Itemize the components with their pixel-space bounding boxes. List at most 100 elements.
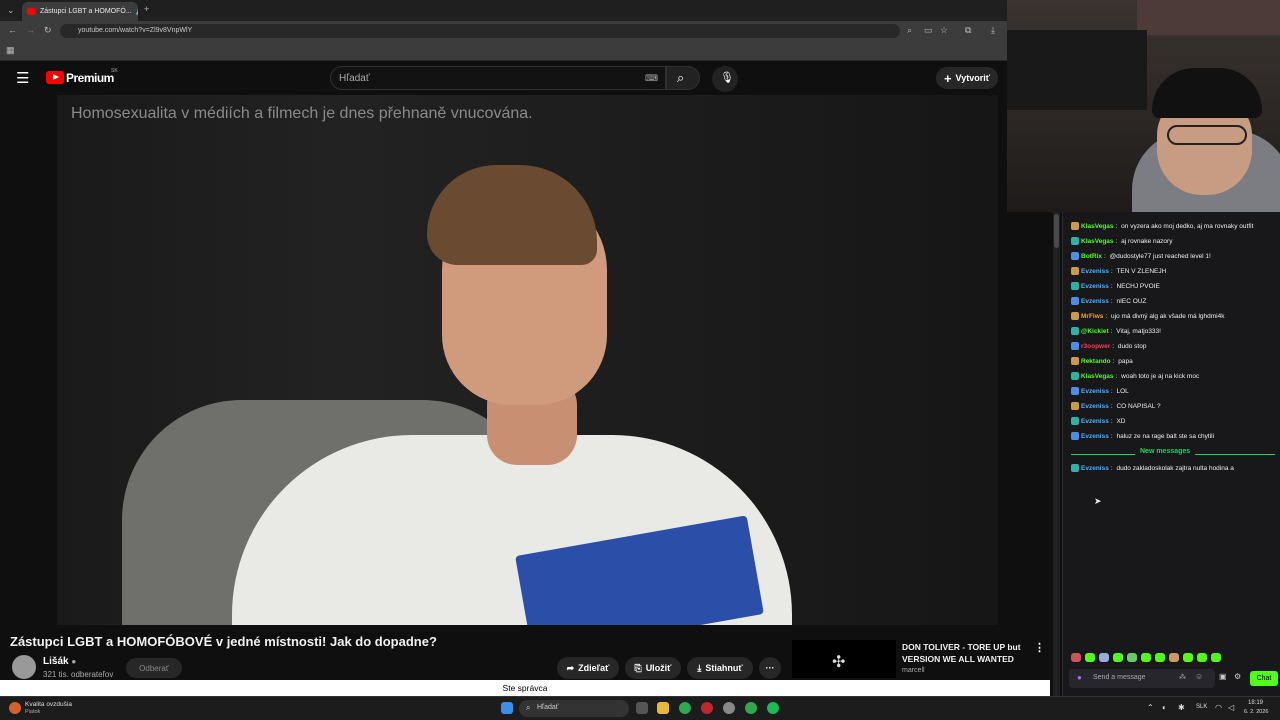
app-red-icon[interactable] bbox=[701, 702, 713, 714]
channel-avatar[interactable] bbox=[12, 655, 36, 679]
emote-icon[interactable] bbox=[1169, 653, 1179, 662]
chat-username[interactable]: BotRix bbox=[1081, 253, 1102, 260]
recommendation-menu-icon[interactable]: ⋮ bbox=[1034, 641, 1045, 654]
emote-icon[interactable] bbox=[1071, 653, 1081, 662]
webcam-pc-case bbox=[1007, 30, 1147, 110]
store-icon[interactable]: ▣ bbox=[1219, 672, 1227, 681]
emote-icon[interactable] bbox=[1183, 653, 1193, 662]
clock-time[interactable]: 18:19 bbox=[1248, 700, 1263, 706]
chat-message: @Kickiet: Vitaj, matjo333! bbox=[1071, 327, 1161, 335]
create-button[interactable]: + Vytvoriť bbox=[936, 67, 998, 89]
chat-username[interactable]: Evzeniss bbox=[1081, 418, 1109, 425]
video-player[interactable]: Homosexualita v médiích a filmech je dne… bbox=[57, 95, 998, 625]
volume-icon[interactable]: ◁ bbox=[1228, 703, 1234, 712]
emote-icon[interactable] bbox=[1197, 653, 1207, 662]
reload-icon[interactable]: ↻ bbox=[44, 25, 52, 36]
chat-username[interactable]: Evzeniss bbox=[1081, 298, 1109, 305]
chat-username[interactable]: @Kickiet bbox=[1081, 328, 1109, 335]
url-field[interactable]: youtube.com/watch?v=Zl9v8VnpWlY bbox=[60, 24, 900, 38]
voice-search-button[interactable]: 🎙 bbox=[712, 66, 738, 92]
spotify-icon[interactable] bbox=[767, 702, 779, 714]
keyboard-icon[interactable]: ⌨ bbox=[645, 73, 658, 84]
chat-message: MrFiws: ujo má divný alg ak všade má lgh… bbox=[1071, 312, 1224, 320]
emote-icon[interactable] bbox=[1211, 653, 1221, 662]
subscribe-button[interactable]: Odberať bbox=[126, 658, 182, 678]
channel-name[interactable]: Lišák ● bbox=[43, 656, 76, 667]
zoom-icon[interactable]: ⌕ bbox=[907, 25, 912, 36]
youtube-logo-icon[interactable] bbox=[46, 71, 64, 84]
chat-username[interactable]: KlasVegas bbox=[1081, 238, 1114, 245]
recommendation-title[interactable]: DON TOLIVER - TORE UP but VERSION WE ALL… bbox=[902, 641, 1021, 665]
chat-message: Evzeniss: XD bbox=[1071, 417, 1125, 425]
chrome-icon[interactable] bbox=[679, 702, 691, 714]
weather-icon[interactable] bbox=[9, 702, 21, 714]
chat-username[interactable]: Rektando bbox=[1081, 358, 1111, 365]
menu-icon[interactable]: ☰ bbox=[16, 69, 29, 87]
emote-icon[interactable] bbox=[1127, 653, 1137, 662]
github-icon[interactable] bbox=[723, 702, 735, 714]
browser-tabbar: ⌄ Zástupci LGBT a HOMOFÓ... 🔊 × + bbox=[0, 0, 1007, 21]
share-button[interactable]: ➦ Zdieľať bbox=[557, 657, 619, 679]
tray-chevron-icon[interactable]: ⌃ bbox=[1147, 703, 1154, 712]
mic-icon[interactable]: ● bbox=[1077, 673, 1082, 682]
clock-date[interactable]: 6. 2. 2026 bbox=[1244, 709, 1268, 715]
wifi-icon[interactable]: ◠ bbox=[1215, 703, 1222, 712]
weather-title[interactable]: Kvalita ovzdušia bbox=[25, 701, 72, 708]
language-indicator[interactable]: SLK bbox=[1196, 704, 1207, 710]
windows-start-icon[interactable] bbox=[501, 702, 513, 714]
translate-icon[interactable]: ⁂ bbox=[1179, 673, 1186, 681]
chat-text: ujo má divný alg ak všade má lghdmi4k bbox=[1111, 312, 1225, 320]
recommendation-thumbnail[interactable]: ✣ bbox=[792, 640, 896, 678]
chrome-active-icon[interactable] bbox=[745, 702, 757, 714]
back-icon[interactable]: ← bbox=[8, 25, 17, 35]
chat-username[interactable]: Evzeniss bbox=[1081, 283, 1109, 290]
chat-username[interactable]: MrFiws bbox=[1081, 313, 1103, 320]
chat-send-button[interactable]: Chat bbox=[1250, 671, 1278, 686]
chat-username[interactable]: KlasVegas bbox=[1081, 223, 1114, 230]
chat-username[interactable]: Evzeniss bbox=[1081, 268, 1109, 275]
scrollbar-thumb[interactable] bbox=[1054, 214, 1059, 248]
bookmark-star-icon[interactable]: ☆ bbox=[940, 25, 948, 36]
new-tab-icon[interactable]: + bbox=[144, 4, 149, 14]
search-button[interactable]: ⌕ bbox=[666, 66, 700, 90]
recommendation-channel[interactable]: marcell bbox=[902, 667, 925, 674]
file-explorer-icon[interactable] bbox=[657, 702, 669, 714]
download-button[interactable]: ⤓ Stiahnuť bbox=[687, 657, 753, 679]
save-button[interactable]: ⎘ Uložiť bbox=[625, 657, 681, 679]
extensions-icon[interactable]: ⧉ bbox=[965, 25, 971, 36]
chat-message: KlasVegas: on vyzera ako moj dedko, aj m… bbox=[1071, 222, 1253, 230]
apps-grid-icon[interactable]: ▦ bbox=[6, 45, 15, 56]
emote-icon[interactable] bbox=[1141, 653, 1151, 662]
more-actions-button[interactable]: ··· bbox=[759, 657, 781, 679]
chat-message-input[interactable]: ● Send a message ⁂ ☺ bbox=[1069, 669, 1215, 688]
youtube-logo-text[interactable]: Premium bbox=[66, 71, 114, 85]
browser-tab[interactable]: Zástupci LGBT a HOMOFÓ... 🔊 × bbox=[22, 2, 138, 21]
taskbar-search[interactable]: ⌕ Hľadať bbox=[519, 700, 629, 717]
task-view-icon[interactable] bbox=[636, 702, 648, 714]
webcam-overlay bbox=[1007, 0, 1280, 212]
youtube-favicon-icon bbox=[27, 8, 36, 15]
page-scrollbar[interactable] bbox=[1053, 212, 1060, 696]
emoji-icon[interactable]: ☺ bbox=[1195, 672, 1203, 681]
emote-icon[interactable] bbox=[1085, 653, 1095, 662]
chat-username[interactable]: Evzeniss bbox=[1081, 433, 1109, 440]
emote-icon[interactable] bbox=[1113, 653, 1123, 662]
chat-username[interactable]: Evzeniss bbox=[1081, 388, 1109, 395]
tab-list-icon[interactable]: ⌄ bbox=[7, 5, 15, 16]
forward-icon[interactable]: → bbox=[26, 25, 35, 35]
speaker-icon[interactable]: 🔊 bbox=[136, 8, 138, 16]
chat-username[interactable]: KlasVegas bbox=[1081, 373, 1114, 380]
webcam-shelf bbox=[1137, 0, 1280, 35]
search-input[interactable]: Hľadať ⌨ bbox=[330, 66, 666, 90]
download-icon[interactable]: ⤓ bbox=[991, 25, 995, 36]
emote-icon[interactable] bbox=[1155, 653, 1165, 662]
emote-icon[interactable] bbox=[1099, 653, 1109, 662]
bluetooth-icon[interactable]: ✱ bbox=[1178, 703, 1185, 712]
chat-badge-icon bbox=[1071, 417, 1079, 425]
chat-username[interactable]: Evzeniss bbox=[1081, 465, 1109, 472]
chat-username[interactable]: r3oopwer bbox=[1081, 343, 1110, 350]
settings-gear-icon[interactable]: ⚙ bbox=[1234, 672, 1241, 681]
cast-icon[interactable]: ▭ bbox=[924, 25, 933, 36]
chat-username[interactable]: Evzeniss bbox=[1081, 403, 1109, 410]
tray-app-icon[interactable]: ◐ bbox=[1162, 703, 1167, 712]
